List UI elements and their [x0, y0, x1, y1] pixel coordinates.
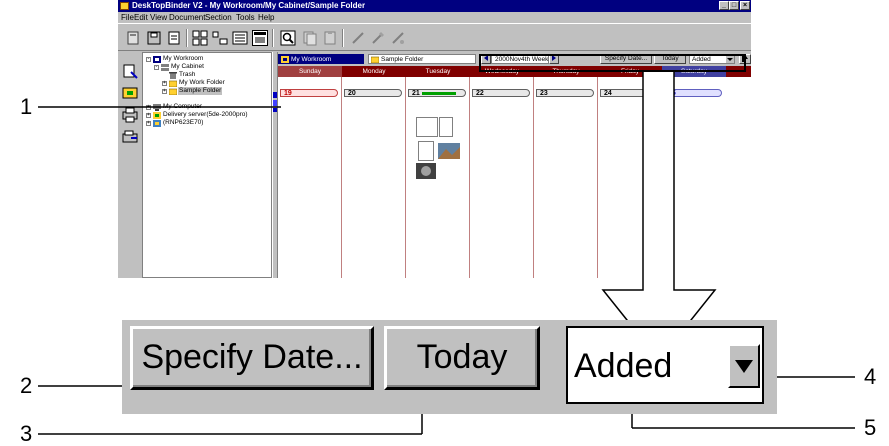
zoom-today-button[interactable]: Today	[384, 326, 540, 390]
callout-1: 1	[20, 94, 33, 119]
zoomed-inset: Specify Date... Today Added	[122, 320, 777, 414]
zoom-specify-date-button[interactable]: Specify Date...	[130, 326, 374, 390]
triangle-down-icon	[735, 360, 753, 373]
callout-2: 2	[20, 373, 33, 398]
zoom-sort-select-value: Added	[574, 347, 673, 385]
callout-5: 5	[864, 415, 877, 440]
callout-4: 4	[864, 364, 877, 389]
zoom-sort-dropdown-button[interactable]	[728, 344, 760, 388]
